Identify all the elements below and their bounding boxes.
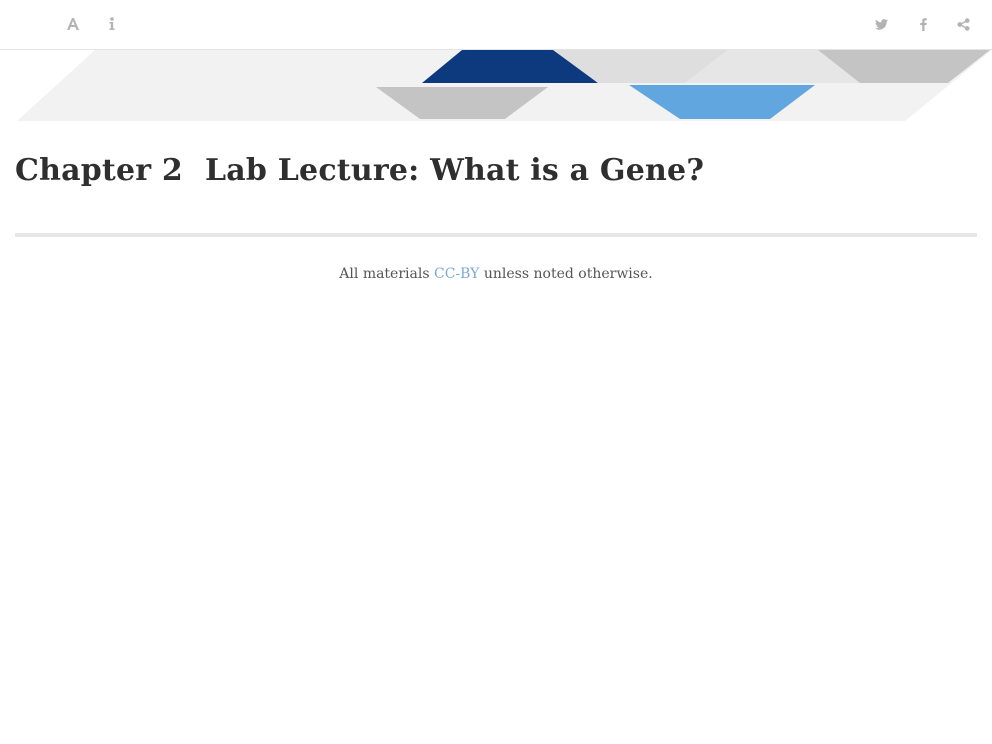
- chapter-title: Lab Lecture: What is a Gene?: [204, 153, 705, 188]
- chapter-heading: Chapter 2 Lab Lecture: What is a Gene?: [15, 153, 704, 188]
- info-icon: [109, 17, 115, 30]
- info-button[interactable]: [100, 12, 124, 36]
- license-note: All materials CC-BY unless noted otherwi…: [0, 266, 992, 282]
- license-prefix: All materials: [339, 266, 434, 282]
- chapter-number: Chapter 2: [15, 153, 183, 188]
- heading-divider: [15, 233, 977, 237]
- chapter-banner: [17, 50, 992, 121]
- book-toolbar: [0, 0, 992, 50]
- facebook-share-button[interactable]: [911, 12, 935, 36]
- facebook-icon: [919, 17, 927, 31]
- share-icon: [956, 17, 970, 31]
- twitter-icon: [874, 18, 888, 30]
- font-settings-icon: [67, 18, 79, 30]
- license-suffix: unless noted otherwise.: [479, 266, 653, 282]
- font-settings-button[interactable]: [61, 12, 85, 36]
- twitter-share-button[interactable]: [869, 12, 893, 36]
- share-button[interactable]: [951, 12, 975, 36]
- license-link[interactable]: CC-BY: [434, 266, 479, 282]
